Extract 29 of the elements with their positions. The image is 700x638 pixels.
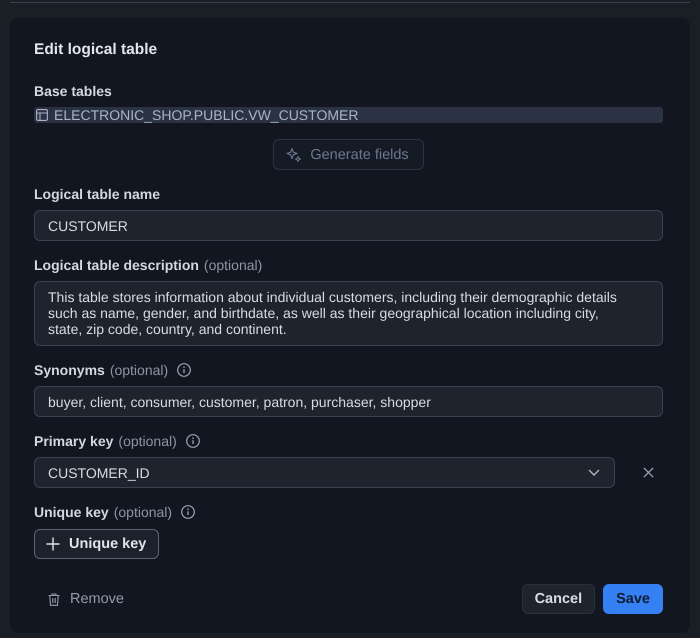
optional-hint: (optional) [204,256,262,274]
table-name: ELECTRONIC_SHOP.PUBLIC.VW_CUSTOMER [54,107,358,123]
info-icon[interactable] [177,363,192,377]
dropdown-select[interactable]: CUSTOMER_ID [34,457,615,488]
cancel-button[interactable]: Cancel [522,584,596,614]
trash-icon [48,592,60,606]
sparkle-icon [286,146,302,162]
field-label: Primary key [34,432,114,450]
save-button[interactable]: Save [603,584,663,614]
table-icon [36,109,48,121]
optional-hint: (optional) [118,432,177,450]
text-area[interactable]: This table stores information about individual customers, including their demographic details such as name, gender, and birthdate, as well as their geographical location including city, state, zip code, country, and continent. [34,281,663,346]
field-label: Logical table description [34,256,199,274]
remove-button[interactable]: Remove [34,584,138,614]
text-input[interactable]: CUSTOMER [34,210,663,241]
chevron-down-icon [588,469,600,476]
field-label: Synonyms [34,361,105,379]
optional-hint: (optional) [114,503,172,521]
info-icon[interactable] [186,434,200,448]
close-icon [642,467,654,478]
field-label: Logical table name [34,185,160,203]
plus-icon [46,537,60,551]
info-icon[interactable] [181,505,196,519]
text-input[interactable]: buyer, client, consumer, customer, patron, purchaser, shopper [34,386,663,417]
dialog-title: Edit logical table [34,40,158,60]
field-label: Base tables [34,82,112,100]
add-button[interactable]: Unique key [34,529,160,559]
field-label: Unique key [34,503,109,521]
optional-hint: (optional) [110,361,168,379]
